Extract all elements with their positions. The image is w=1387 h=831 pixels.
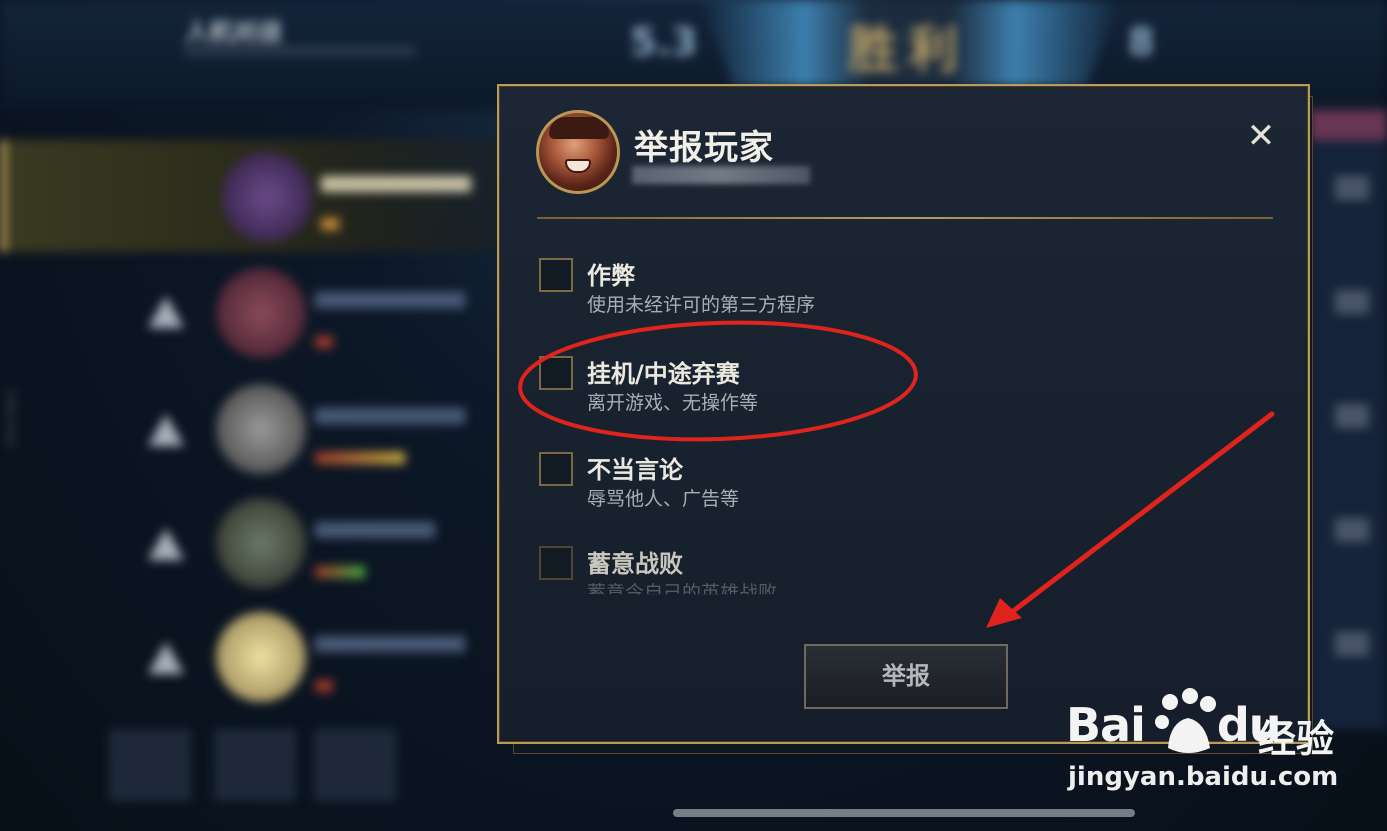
option-title: 蓄意战败 xyxy=(587,550,683,578)
avatar xyxy=(216,384,306,474)
option-desc: 离开游戏、无操作等 xyxy=(587,392,759,414)
like-icon xyxy=(148,414,184,446)
option-intentional-feeding[interactable]: 蓄意战败 蓄意令自己的英雄战败 xyxy=(539,544,1219,614)
home-indicator[interactable] xyxy=(673,809,1135,817)
avatar-mouth xyxy=(565,159,591,173)
result-text: 胜利 xyxy=(848,21,968,79)
option-cheating[interactable]: 作弊 使用未经许可的第三方程序 xyxy=(539,256,1219,326)
like-icon xyxy=(148,528,184,560)
avatar xyxy=(222,152,312,242)
player-name xyxy=(321,176,471,192)
bottom-tab xyxy=(315,730,395,800)
stat-cell xyxy=(1335,290,1369,314)
player-name xyxy=(315,292,465,308)
player-row xyxy=(0,258,520,370)
logo-text-bai: Bai xyxy=(1066,698,1146,752)
dialog-title: 举报玩家 xyxy=(634,128,774,168)
player-row xyxy=(0,490,520,602)
game-screen: 人机对战 5.3 胜利 8 1599-1915 举报玩家 ✕ 作弊 使用未经许可… xyxy=(0,0,1387,831)
match-mode-title: 人机对战 xyxy=(185,18,281,46)
close-icon[interactable]: ✕ xyxy=(1243,118,1279,154)
player-avatar xyxy=(536,110,620,194)
checkbox[interactable] xyxy=(539,356,573,390)
player-row xyxy=(0,374,520,486)
checkbox[interactable] xyxy=(539,452,573,486)
bottom-tab xyxy=(215,730,295,800)
baidu-watermark: Bai du 经验 jingyan.baidu.com xyxy=(1060,688,1360,808)
score-right: 8 xyxy=(1128,20,1155,64)
report-dialog: 举报玩家 ✕ 作弊 使用未经许可的第三方程序 挂机/中途弃赛 离开游戏、无操作等… xyxy=(497,84,1310,744)
rank-badge xyxy=(321,218,339,230)
checkbox[interactable] xyxy=(539,546,573,580)
rank-badge xyxy=(315,680,333,692)
like-icon xyxy=(148,642,184,674)
match-subtitle xyxy=(185,46,415,56)
reported-player-name xyxy=(632,166,810,184)
player-name xyxy=(315,408,465,424)
paw-icon xyxy=(1155,688,1216,753)
avatar xyxy=(216,498,306,588)
player-name xyxy=(315,522,435,538)
option-desc: 辱骂他人、广告等 xyxy=(587,488,740,510)
avatar-hair xyxy=(549,117,609,139)
avatar xyxy=(216,612,306,702)
rank-badge xyxy=(315,566,365,578)
player-row xyxy=(0,140,520,252)
stat-cell xyxy=(1335,404,1369,428)
player-row xyxy=(0,604,520,716)
option-title: 不当言论 xyxy=(587,456,683,484)
stat-cell xyxy=(1335,176,1369,200)
checkbox[interactable] xyxy=(539,258,573,292)
watermark-url: jingyan.baidu.com xyxy=(1068,762,1339,792)
player-name xyxy=(315,636,465,652)
option-desc: 使用未经许可的第三方程序 xyxy=(587,294,816,316)
divider xyxy=(537,217,1273,219)
bottom-tab xyxy=(110,730,190,800)
stat-cell xyxy=(1335,518,1369,542)
stats-header xyxy=(1310,110,1387,140)
rank-badge xyxy=(315,452,405,464)
watermark-cn: 经验 xyxy=(1258,717,1335,761)
avatar xyxy=(216,268,306,358)
option-afk[interactable]: 挂机/中途弃赛 离开游戏、无操作等 xyxy=(539,354,1219,424)
report-submit-button[interactable]: 举报 xyxy=(804,644,1008,709)
rank-badge xyxy=(315,336,333,348)
like-icon xyxy=(148,296,184,328)
stat-cell xyxy=(1335,632,1369,656)
option-verbal-abuse[interactable]: 不当言论 辱骂他人、广告等 xyxy=(539,450,1219,520)
score-left: 5.3 xyxy=(630,20,698,64)
option-title: 挂机/中途弃赛 xyxy=(587,360,740,388)
option-title: 作弊 xyxy=(587,262,635,290)
option-desc: 蓄意令自己的英雄战败 xyxy=(587,582,778,604)
